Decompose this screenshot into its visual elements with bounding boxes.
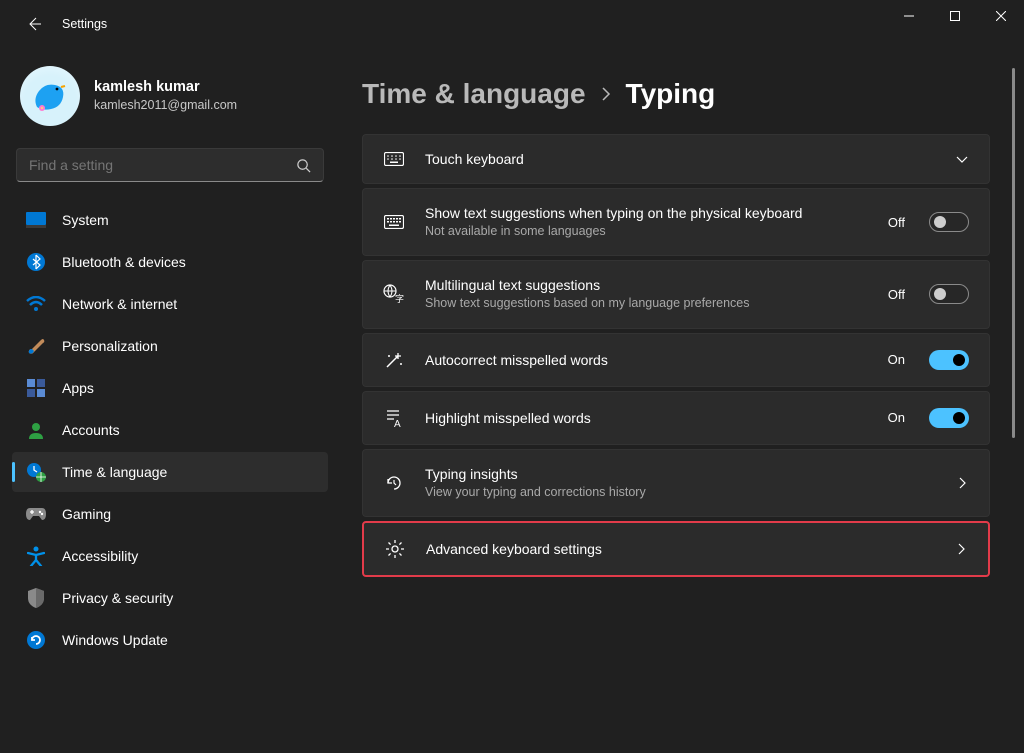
breadcrumb-parent[interactable]: Time & language bbox=[362, 78, 586, 110]
search-box[interactable] bbox=[16, 148, 324, 182]
keyboard-icon bbox=[383, 152, 405, 166]
nav-item-bluetooth[interactable]: Bluetooth & devices bbox=[12, 242, 328, 282]
nav-item-accessibility[interactable]: Accessibility bbox=[12, 536, 328, 576]
user-email: kamlesh2011@gmail.com bbox=[94, 97, 237, 113]
nav-label: Gaming bbox=[62, 506, 111, 522]
keyboard-icon bbox=[383, 215, 405, 229]
globe-text-icon: 字 bbox=[383, 284, 405, 304]
chevron-right-icon bbox=[600, 86, 612, 102]
gamepad-icon bbox=[26, 504, 46, 524]
card-subtitle: View your typing and corrections history bbox=[425, 484, 935, 500]
nav-item-network[interactable]: Network & internet bbox=[12, 284, 328, 324]
highlight-text-icon: A bbox=[383, 408, 405, 428]
accessibility-icon bbox=[26, 546, 46, 566]
nav-item-privacy[interactable]: Privacy & security bbox=[12, 578, 328, 618]
card-text-suggestions: Show text suggestions when typing on the… bbox=[362, 188, 990, 256]
nav-label: Bluetooth & devices bbox=[62, 254, 186, 270]
update-icon bbox=[26, 630, 46, 650]
card-multilingual: 字 Multilingual text suggestions Show tex… bbox=[362, 260, 990, 328]
breadcrumb-current: Typing bbox=[626, 78, 716, 110]
svg-text:A: A bbox=[394, 419, 401, 428]
window-title: Settings bbox=[62, 17, 107, 31]
card-title: Multilingual text suggestions bbox=[425, 277, 868, 293]
maximize-button[interactable] bbox=[932, 0, 978, 32]
nav-item-apps[interactable]: Apps bbox=[12, 368, 328, 408]
svg-text:字: 字 bbox=[395, 293, 404, 304]
back-button[interactable] bbox=[18, 16, 50, 32]
card-title: Advanced keyboard settings bbox=[426, 541, 934, 557]
card-highlight: A Highlight misspelled words On bbox=[362, 391, 990, 445]
wand-icon bbox=[383, 350, 405, 370]
system-icon bbox=[26, 210, 46, 230]
nav-item-personalization[interactable]: Personalization bbox=[12, 326, 328, 366]
scrollbar[interactable] bbox=[1006, 60, 1020, 741]
toggle-state-label: Off bbox=[888, 215, 905, 230]
window-controls bbox=[886, 0, 1024, 32]
person-icon bbox=[26, 420, 46, 440]
nav-item-update[interactable]: Windows Update bbox=[12, 620, 328, 660]
nav-item-system[interactable]: System bbox=[12, 200, 328, 240]
card-title: Show text suggestions when typing on the… bbox=[425, 205, 868, 221]
nav-label: Privacy & security bbox=[62, 590, 173, 606]
shield-icon bbox=[26, 588, 46, 608]
card-touch-keyboard[interactable]: Touch keyboard bbox=[362, 134, 990, 184]
card-title: Highlight misspelled words bbox=[425, 410, 868, 426]
toggle-state-label: On bbox=[888, 352, 905, 367]
nav-list: System Bluetooth & devices Network & int… bbox=[12, 200, 328, 660]
nav-item-gaming[interactable]: Gaming bbox=[12, 494, 328, 534]
card-title: Autocorrect misspelled words bbox=[425, 352, 868, 368]
search-input[interactable] bbox=[29, 157, 296, 173]
card-subtitle: Show text suggestions based on my langua… bbox=[425, 295, 868, 311]
card-title: Touch keyboard bbox=[425, 151, 935, 167]
user-account-row[interactable]: kamlesh kumar kamlesh2011@gmail.com bbox=[12, 52, 328, 144]
toggle-highlight[interactable] bbox=[929, 408, 969, 428]
nav-label: Time & language bbox=[62, 464, 167, 480]
nav-label: Personalization bbox=[62, 338, 158, 354]
sidebar: kamlesh kumar kamlesh2011@gmail.com Syst… bbox=[0, 48, 340, 753]
chevron-down-icon bbox=[955, 152, 969, 166]
nav-label: Accounts bbox=[62, 422, 120, 438]
wifi-icon bbox=[26, 294, 46, 314]
avatar bbox=[20, 66, 80, 126]
toggle-text-suggestions[interactable] bbox=[929, 212, 969, 232]
bluetooth-icon bbox=[26, 252, 46, 272]
close-button[interactable] bbox=[978, 0, 1024, 32]
minimize-button[interactable] bbox=[886, 0, 932, 32]
brush-icon bbox=[26, 336, 46, 356]
clock-globe-icon bbox=[26, 462, 46, 482]
nav-item-accounts[interactable]: Accounts bbox=[12, 410, 328, 450]
titlebar: Settings bbox=[0, 0, 1024, 48]
chevron-right-icon bbox=[954, 542, 968, 556]
breadcrumb: Time & language Typing bbox=[362, 78, 990, 110]
toggle-autocorrect[interactable] bbox=[929, 350, 969, 370]
nav-label: Network & internet bbox=[62, 296, 177, 312]
user-name: kamlesh kumar bbox=[94, 78, 237, 97]
search-icon bbox=[296, 158, 311, 173]
nav-label: Accessibility bbox=[62, 548, 138, 564]
apps-icon bbox=[26, 378, 46, 398]
nav-item-time-language[interactable]: Time & language bbox=[12, 452, 328, 492]
card-typing-insights[interactable]: Typing insights View your typing and cor… bbox=[362, 449, 990, 517]
history-icon bbox=[383, 473, 405, 493]
nav-label: Apps bbox=[62, 380, 94, 396]
card-advanced-keyboard[interactable]: Advanced keyboard settings bbox=[362, 521, 990, 577]
nav-label: System bbox=[62, 212, 109, 228]
scrollbar-thumb[interactable] bbox=[1012, 68, 1015, 438]
card-autocorrect: Autocorrect misspelled words On bbox=[362, 333, 990, 387]
toggle-state-label: On bbox=[888, 410, 905, 425]
card-subtitle: Not available in some languages bbox=[425, 223, 868, 239]
content-area: Time & language Typing Touch keyboard S bbox=[340, 48, 1024, 753]
toggle-multilingual[interactable] bbox=[929, 284, 969, 304]
chevron-right-icon bbox=[955, 476, 969, 490]
gear-icon bbox=[384, 539, 406, 559]
toggle-state-label: Off bbox=[888, 287, 905, 302]
nav-label: Windows Update bbox=[62, 632, 168, 648]
card-title: Typing insights bbox=[425, 466, 935, 482]
